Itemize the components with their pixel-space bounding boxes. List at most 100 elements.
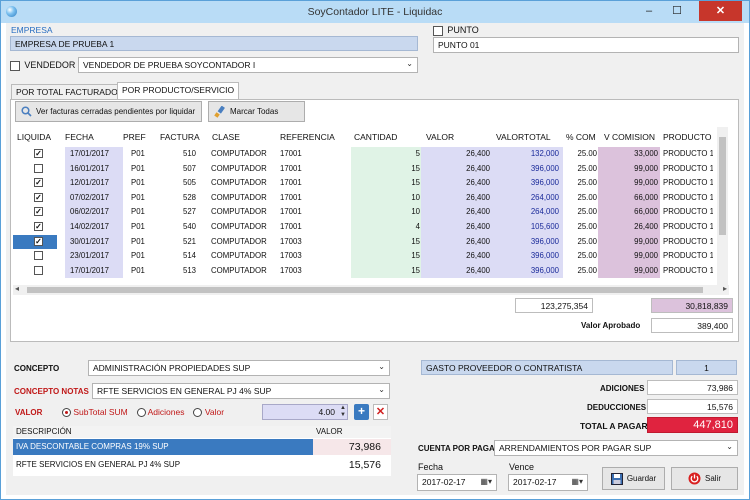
cell-clase[interactable]: COMPUTADOR	[211, 164, 277, 173]
cell-com[interactable]: 25.00	[561, 178, 597, 187]
table-row[interactable]: 17/01/2017 P01 513 COMPUTADOR 17003 15 26,400 3…	[13, 263, 713, 279]
cell-cantidad[interactable]: 10	[353, 193, 420, 202]
cell-valor[interactable]: 26,400	[423, 251, 490, 260]
liquida-checkbox[interactable]: ✓	[34, 207, 43, 217]
cell-ref[interactable]: 17001	[280, 164, 350, 173]
cell-factura[interactable]: 505	[163, 178, 196, 187]
guardar-button[interactable]: Guardar	[602, 467, 665, 490]
cell-pref[interactable]: P01	[131, 237, 161, 246]
table-row[interactable]: 16/01/2017 P01 507 COMPUTADOR 17001 15 26,400 3…	[13, 161, 713, 177]
notes-row-desc[interactable]: IVA DESCONTABLE COMPRAS 19% SUP	[16, 442, 169, 451]
liquida-checkbox[interactable]	[34, 163, 43, 173]
cell-factura[interactable]: 521	[163, 237, 196, 246]
cell-total[interactable]: 132,000	[493, 149, 559, 158]
notes-row-valor[interactable]: 73,986	[349, 441, 381, 453]
cell-total[interactable]: 396,000	[493, 164, 559, 173]
delete-icon[interactable]: ✕	[373, 404, 388, 420]
cell-cantidad[interactable]: 15	[353, 266, 420, 275]
table-row[interactable]: ✓ 14/02/2017 P01 540 COMPUTADOR 17001 4 26,400 1…	[13, 220, 713, 235]
cell-clase[interactable]: COMPUTADOR	[211, 237, 277, 246]
cell-cantidad[interactable]: 10	[353, 207, 420, 216]
cell-clase[interactable]: COMPUTADOR	[211, 266, 277, 275]
cell-clase[interactable]: COMPUTADOR	[211, 251, 277, 260]
cell-pref[interactable]: P01	[131, 193, 161, 202]
cell-comision[interactable]: 26,400	[600, 222, 658, 231]
cell-com[interactable]: 25.00	[561, 193, 597, 202]
table-row[interactable]: ✓ 30/01/2017 P01 521 COMPUTADOR 17003 15 26,400…	[13, 234, 713, 250]
cell-com[interactable]: 25.00	[561, 251, 597, 260]
col-com[interactable]: % COM	[566, 132, 596, 142]
cell-fecha[interactable]: 06/02/2017	[70, 207, 122, 216]
empresa-field[interactable]: EMPRESA DE PRUEBA 1	[10, 36, 418, 51]
cell-clase[interactable]: COMPUTADOR	[211, 178, 277, 187]
valor-amount-spinner[interactable]: 4.00 ▲ ▼	[262, 404, 348, 420]
cell-factura[interactable]: 510	[163, 149, 196, 158]
cell-fecha[interactable]: 14/02/2017	[70, 222, 122, 231]
cell-com[interactable]: 25.00	[561, 266, 597, 275]
cell-comision[interactable]: 99,000	[600, 164, 658, 173]
col-valortotal[interactable]: VALORTOTAL	[496, 132, 551, 142]
cell-factura[interactable]: 513	[163, 266, 196, 275]
grid-vertical-scrollbar[interactable]	[717, 127, 728, 285]
cell-producto[interactable]: PRODUCTO 10(	[663, 178, 713, 187]
col-clase[interactable]: CLASE	[212, 132, 240, 142]
maximize-button[interactable]: ☐	[664, 1, 690, 21]
cell-fecha[interactable]: 17/01/2017	[70, 149, 122, 158]
notes-row-valor[interactable]: 15,576	[349, 459, 381, 471]
cell-producto[interactable]: PRODUCTO 10(	[663, 207, 713, 216]
cell-pref[interactable]: P01	[131, 164, 161, 173]
cell-valor[interactable]: 26,400	[423, 222, 490, 231]
concepto-notas-select[interactable]: RFTE SERVICIOS EN GENERAL PJ 4% SUP ⌄	[92, 383, 390, 399]
cell-comision[interactable]: 99,000	[600, 178, 658, 187]
cell-com[interactable]: 25.00	[561, 207, 597, 216]
cell-factura[interactable]: 507	[163, 164, 196, 173]
cell-com[interactable]: 25.00	[561, 237, 597, 246]
cell-ref[interactable]: 17001	[280, 178, 350, 187]
cell-cantidad[interactable]: 15	[353, 251, 420, 260]
cell-total[interactable]: 396,000	[493, 178, 559, 187]
punto-checkbox[interactable]	[433, 25, 443, 36]
col-valor[interactable]: VALOR	[426, 132, 454, 142]
cell-ref[interactable]: 17001	[280, 193, 350, 202]
marcar-todas-button[interactable]: Marcar Todas	[208, 101, 305, 122]
calendar-icon[interactable]: ▦▾	[480, 477, 492, 486]
notes-col-descripcion[interactable]: DESCRIPCIÓN	[16, 427, 72, 436]
col-vcomision[interactable]: V COMISION	[604, 132, 655, 142]
col-liquida[interactable]: LIQUIDA	[17, 132, 51, 142]
cell-producto[interactable]: PRODUCTO 10:	[663, 266, 713, 275]
col-factura[interactable]: FACTURA	[160, 132, 200, 142]
liquida-checkbox[interactable]: ✓	[34, 178, 43, 188]
cell-total[interactable]: 396,000	[493, 251, 559, 260]
cell-comision[interactable]: 99,000	[600, 237, 658, 246]
grid-horizontal-scrollbar[interactable]: ◂ ▸	[13, 284, 729, 295]
col-referencia[interactable]: REFERENCIA	[280, 132, 335, 142]
cell-comision[interactable]: 99,000	[600, 266, 658, 275]
cell-com[interactable]: 25.00	[561, 164, 597, 173]
cell-fecha[interactable]: 17/01/2017	[70, 266, 122, 275]
cell-factura[interactable]: 528	[163, 193, 196, 202]
cell-pref[interactable]: P01	[131, 178, 161, 187]
calendar-icon[interactable]: ▦▾	[571, 477, 583, 486]
liquida-checkbox[interactable]	[34, 251, 43, 261]
punto-select[interactable]: PUNTO 01	[433, 37, 739, 53]
cell-fecha[interactable]: 23/01/2017	[70, 251, 122, 260]
fecha-picker[interactable]: 2017-02-17 ▦▾	[417, 474, 497, 491]
cell-valor[interactable]: 26,400	[423, 193, 490, 202]
cell-valor[interactable]: 26,400	[423, 178, 490, 187]
table-row[interactable]: ✓ 12/01/2017 P01 505 COMPUTADOR 17001 15 26,400…	[13, 176, 713, 191]
cell-producto[interactable]: PRODUCTO 10:	[663, 237, 713, 246]
cell-pref[interactable]: P01	[131, 266, 161, 275]
cell-producto[interactable]: PRODUCTO 10(	[663, 164, 713, 173]
cell-ref[interactable]: 17001	[280, 222, 350, 231]
cell-producto[interactable]: PRODUCTO 10(	[663, 222, 713, 231]
table-row[interactable]: ✓ 07/02/2017 P01 528 COMPUTADOR 17001 10 26,400…	[13, 190, 713, 206]
cuenta-select[interactable]: ARRENDAMIENTOS POR PAGAR SUP ⌄	[494, 440, 738, 456]
notes-col-valor[interactable]: VALOR	[316, 427, 343, 436]
cell-factura[interactable]: 514	[163, 251, 196, 260]
cell-valor[interactable]: 26,400	[423, 266, 490, 275]
liquida-checkbox[interactable]: ✓	[34, 149, 43, 158]
liquida-checkbox[interactable]: ✓	[34, 236, 43, 246]
cell-clase[interactable]: COMPUTADOR	[211, 222, 277, 231]
col-pref[interactable]: PREF	[123, 132, 146, 142]
vendedor-select[interactable]: VENDEDOR DE PRUEBA SOYCONTADOR I ⌄	[78, 57, 418, 73]
